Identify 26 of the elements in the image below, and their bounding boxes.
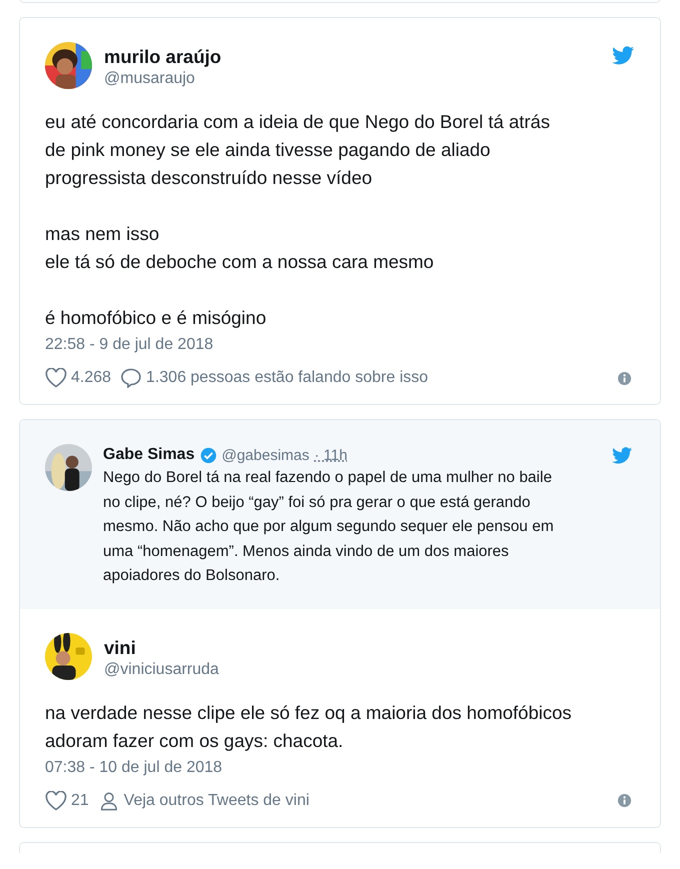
heart-icon[interactable]: [45, 368, 67, 388]
author-handle[interactable]: @viniciusarruda: [104, 658, 640, 680]
like-count: 4.268: [71, 369, 112, 387]
info-icon[interactable]: [617, 370, 632, 386]
like-count: 21: [71, 792, 89, 810]
quoted-tweet[interactable]: [20, 420, 660, 608]
bird-icon[interactable]: [612, 46, 634, 65]
timestamp[interactable]: 22:58 - 9 de jul de 2018: [45, 334, 640, 356]
author-name[interactable]: murilo araújo: [104, 46, 600, 68]
tweet-text: mas nem isso ele tá só de deboche com a nossa cara mesmo: [45, 222, 435, 274]
action-link[interactable]: Veja outros Tweets de vini: [124, 792, 310, 810]
bird-icon[interactable]: [612, 446, 632, 464]
author-handle[interactable]: @musaraujo: [104, 68, 600, 90]
tweet-time[interactable]: · 11h: [314, 446, 348, 464]
tweet-text: na verdade nesse clipe ele só fez oq a maioria dos homofóbicos adoram fazer com os gays: chacota.: [45, 700, 573, 753]
quoted-tweet-text: Nego do Borel tá na real fazendo o papel de uma mulher no baile no clipe, né? O beijo “gay” foi só pra gerar o que está gerando mesmo. Não acho que por algum segundo sequer ele pensou em uma “homenagem”. Menos ainda vindo de um dos maiores apoiadores do Bolsonaro.: [103, 468, 555, 586]
action-link[interactable]: 1.306 pessoas estão falando sobre isso: [146, 369, 428, 387]
speech-bubble-icon: [120, 368, 142, 388]
heart-icon[interactable]: [45, 790, 67, 810]
tweet-text: eu até concordaria com a ideia de que Nego do Borel tá atrás de pink money se ele ainda tivesse pagando de aliado progressista desconstruído nesse vídeo: [45, 110, 551, 190]
author-handle[interactable]: @gabesimas: [222, 446, 310, 464]
author-name[interactable]: vini: [104, 636, 640, 658]
timestamp[interactable]: 07:38 - 10 de jul de 2018: [45, 756, 640, 778]
tweet-text: é homofóbico e é misógino: [45, 306, 268, 330]
info-icon[interactable]: [617, 793, 632, 808]
author-name[interactable]: Gabe Simas: [103, 446, 195, 464]
